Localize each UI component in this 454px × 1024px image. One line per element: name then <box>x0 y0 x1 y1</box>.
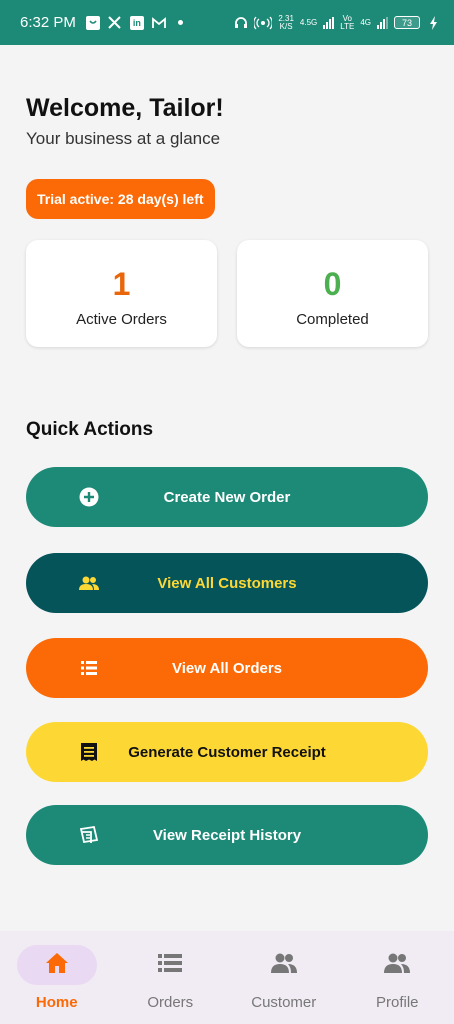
nav-label-orders: Orders <box>147 994 194 1011</box>
quick-actions-title: Quick Actions <box>26 419 154 440</box>
nav-item-home[interactable]: Home <box>0 931 114 1024</box>
receipt-history-icon <box>78 824 100 846</box>
page-title: Welcome, Tailor! <box>26 94 224 122</box>
battery-level: 73 <box>401 17 412 28</box>
add-circle-icon <box>78 486 100 508</box>
net-speed-unit: K/S <box>279 21 293 31</box>
linkedin-icon: in <box>129 15 144 30</box>
headphones-icon <box>234 16 248 30</box>
view-receipt-history-button[interactable]: View Receipt History <box>26 805 428 865</box>
mail-icon <box>151 16 166 30</box>
view-receipt-history-label: View Receipt History <box>152 826 302 844</box>
trial-badge: Trial active: 28 day(s) left <box>26 179 215 219</box>
stat-card-completed: 0 Completed <box>237 240 428 347</box>
status-right: 2.31 K/S 4.5G Vo LTE 4G 73 <box>234 14 440 31</box>
nav-label-profile: Profile <box>375 994 419 1011</box>
nav-pill-customer <box>244 945 324 985</box>
active-orders-count: 1 <box>112 266 131 302</box>
nav-item-profile[interactable]: Profile <box>341 931 454 1024</box>
people-icon <box>270 952 298 979</box>
view-all-customers-label: View All Customers <box>157 574 297 592</box>
signal-icon <box>323 16 335 29</box>
bottom-nav: Home Orders Customer Profile <box>0 931 454 1024</box>
net-4g-label: 4G <box>360 17 371 27</box>
nav-item-orders[interactable]: Orders <box>114 931 228 1024</box>
trial-badge-text: Trial active: 28 day(s) left <box>37 191 204 207</box>
status-left: 6:32 PM in <box>20 14 234 31</box>
notification-dot-icon <box>177 20 183 25</box>
shopping-bag-icon <box>85 15 100 30</box>
volte-label: Vo LTE <box>340 14 355 31</box>
signal-2-icon <box>377 16 388 29</box>
stat-card-active-orders: 1 Active Orders <box>26 240 217 347</box>
people-icon <box>383 952 411 979</box>
generate-customer-receipt-label: Generate Customer Receipt <box>128 743 326 761</box>
receipt-icon <box>78 741 100 763</box>
lte-text: LTE <box>340 21 355 31</box>
people-icon <box>78 572 100 594</box>
hotspot-icon <box>254 16 273 30</box>
nav-item-customer[interactable]: Customer <box>227 931 341 1024</box>
page-subtitle: Your business at a glance <box>26 129 221 148</box>
nav-pill-orders <box>130 945 210 985</box>
view-all-orders-label: View All Orders <box>171 659 283 677</box>
list-icon <box>78 657 100 679</box>
completed-label: Completed <box>296 311 369 328</box>
list-icon <box>157 952 183 979</box>
generate-customer-receipt-button[interactable]: Generate Customer Receipt <box>26 722 428 782</box>
create-new-order-button[interactable]: Create New Order <box>26 467 428 527</box>
x-logo-icon <box>108 16 122 30</box>
completed-count: 0 <box>323 266 342 302</box>
nav-pill-home <box>16 945 97 985</box>
charging-icon <box>426 15 440 30</box>
view-all-customers-button[interactable]: View All Customers <box>26 553 428 613</box>
net-type-label: 4.5G <box>299 17 318 27</box>
battery-icon: 73 <box>394 16 420 29</box>
create-new-order-label: Create New Order <box>163 488 291 506</box>
view-all-orders-button[interactable]: View All Orders <box>26 638 428 698</box>
home-icon <box>44 951 70 980</box>
nav-pill-profile <box>357 945 437 985</box>
net-speed: 2.31 K/S <box>278 14 294 31</box>
status-bar: 6:32 PM in 2.31 K/S 4.5G Vo LTE 4G 73 <box>0 0 454 45</box>
nav-label-customer: Customer <box>251 994 317 1011</box>
nav-label-home: Home <box>35 994 78 1011</box>
active-orders-label: Active Orders <box>76 311 167 328</box>
status-time: 6:32 PM <box>20 14 76 31</box>
